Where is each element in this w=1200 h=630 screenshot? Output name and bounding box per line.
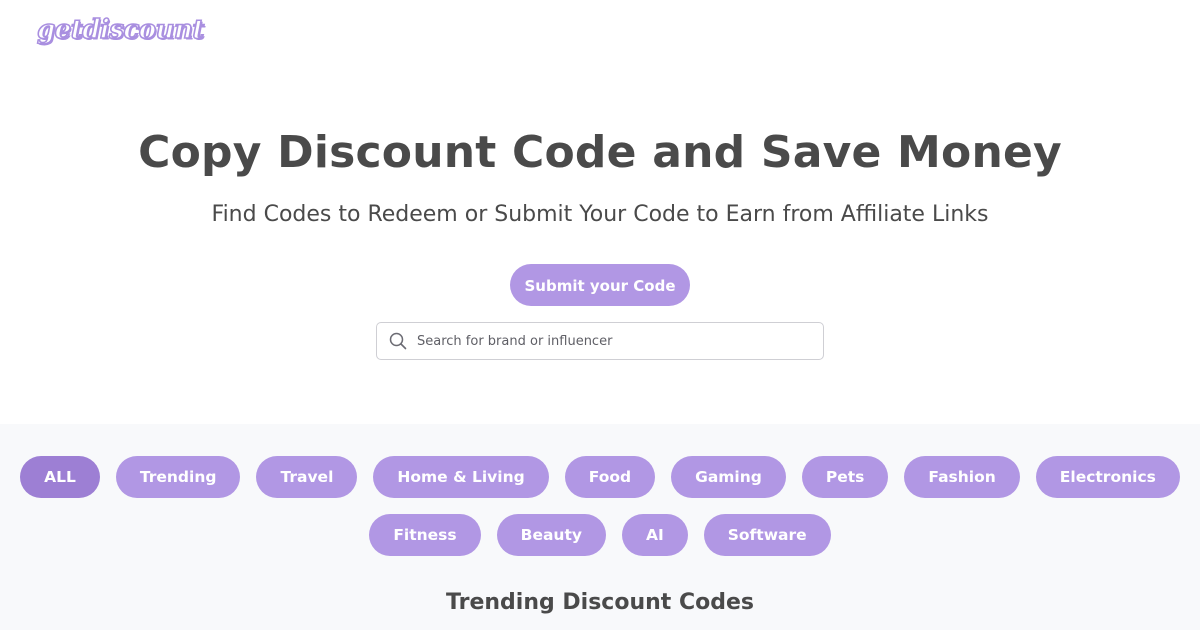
category-chip-all[interactable]: ALL [20, 456, 100, 498]
category-row-1: ALL Trending Travel Home & Living Food G… [0, 456, 1200, 498]
page-subtitle: Find Codes to Redeem or Submit Your Code… [211, 202, 989, 227]
category-chip-electronics[interactable]: Electronics [1035, 456, 1180, 498]
category-chip-food[interactable]: Food [564, 456, 656, 498]
trending-section-title: Trending Discount Codes [446, 590, 754, 615]
category-chip-fitness[interactable]: Fitness [369, 514, 481, 556]
categories-section: ALL Trending Travel Home & Living Food G… [0, 424, 1200, 630]
category-chip-trending[interactable]: Trending [115, 456, 241, 498]
search-bar[interactable] [376, 322, 824, 360]
hero-section: Copy Discount Code and Save Money Find C… [0, 0, 1200, 424]
category-chip-beauty[interactable]: Beauty [496, 514, 606, 556]
page-title: Copy Discount Code and Save Money [138, 127, 1062, 178]
search-icon [389, 332, 407, 350]
category-row-2: Fitness Beauty AI Software [0, 514, 1200, 556]
category-chip-fashion[interactable]: Fashion [904, 456, 1020, 498]
category-chip-pets[interactable]: Pets [801, 456, 889, 498]
category-chip-ai[interactable]: AI [621, 514, 688, 556]
search-input[interactable] [417, 323, 813, 359]
category-chip-travel[interactable]: Travel [256, 456, 358, 498]
category-chip-gaming[interactable]: Gaming [671, 456, 786, 498]
submit-code-button[interactable]: Submit your Code [510, 264, 690, 306]
category-chip-home-living[interactable]: Home & Living [373, 456, 549, 498]
category-chip-software[interactable]: Software [703, 514, 831, 556]
